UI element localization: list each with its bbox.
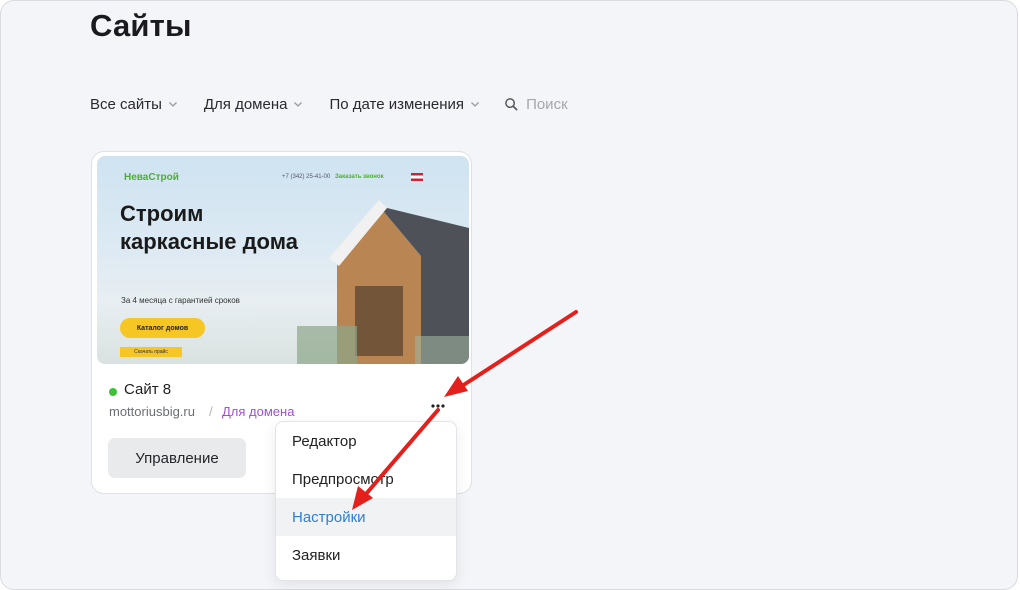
filter-for-domain[interactable]: Для домена [204,96,304,113]
site-actions-menu: Редактор Предпросмотр Настройки Заявки [275,421,457,581]
site-tag: Для домена [222,404,295,419]
filter-sort-by-date[interactable]: По дате изменения [329,96,480,113]
search-icon [505,97,518,111]
preview-call-link: Заказать звонок [335,174,384,180]
filter-all-sites[interactable]: Все сайты [90,96,178,113]
site-preview-thumbnail[interactable]: НеваСтрой +7 (342) 25-41-00 Заказать зво… [97,156,469,364]
manage-button[interactable]: Управление [108,438,246,478]
chevron-down-icon [471,102,480,107]
menu-item-requests[interactable]: Заявки [276,536,456,574]
filter-label: Для домена [203,95,288,113]
search-input[interactable] [526,95,647,113]
menu-item-preview[interactable]: Предпросмотр [276,460,456,498]
more-options-button[interactable] [427,398,449,414]
preview-phone: +7 (342) 25-41-00 [282,174,331,180]
preview-price-button: Скачать прайс [120,347,182,357]
menu-item-settings[interactable]: Настройки [276,498,456,536]
preview-brand: НеваСтрой [124,172,179,183]
search-box [504,95,647,113]
ellipsis-icon [431,404,445,408]
separator: / [209,404,213,419]
site-name: Сайт 8 [124,381,172,398]
filter-bar: Все сайты Для домена По дате изменения [90,93,647,115]
filter-label: Все сайты [90,95,162,113]
page-title: Сайты [90,8,192,43]
house-illustration [297,200,469,364]
flag-icon [411,173,423,181]
menu-item-editor[interactable]: Редактор [276,422,456,460]
chevron-down-icon [294,102,303,107]
preview-catalog-button: Каталог домов [120,318,205,338]
preview-subtitle: За 4 месяца с гарантией сроков [121,296,240,305]
preview-heading: Строим каркасные дома [120,201,298,254]
site-domain-link[interactable]: mottoriusbig.ru [109,404,195,419]
status-dot [109,388,117,396]
filter-label: По дате изменения [329,95,465,113]
chevron-down-icon [168,102,177,107]
